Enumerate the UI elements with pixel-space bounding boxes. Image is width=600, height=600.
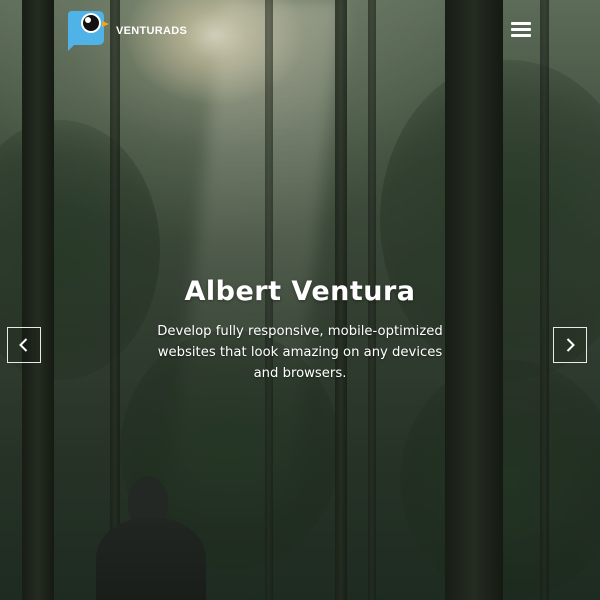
- slide-caption: Albert Ventura Develop fully responsive,…: [0, 276, 600, 384]
- slide-subtitle: Develop fully responsive, mobile-optimiz…: [157, 324, 443, 381]
- hamburger-menu-button[interactable]: [511, 20, 535, 40]
- hero-slider: VENTURADS Albert Ventura Develop fully r…: [0, 0, 600, 600]
- chevron-left-icon: [19, 338, 28, 352]
- bird-logo-icon: [68, 11, 109, 51]
- brand-link[interactable]: VENTURADS: [64, 9, 187, 51]
- chevron-right-icon: [566, 338, 575, 352]
- slide-title: Albert Ventura: [184, 276, 416, 307]
- brand-name: VENTURADS: [116, 25, 188, 37]
- hamburger-menu-icon: [511, 22, 535, 37]
- carousel-prev-button[interactable]: [7, 327, 41, 363]
- carousel-next-button[interactable]: [553, 327, 587, 363]
